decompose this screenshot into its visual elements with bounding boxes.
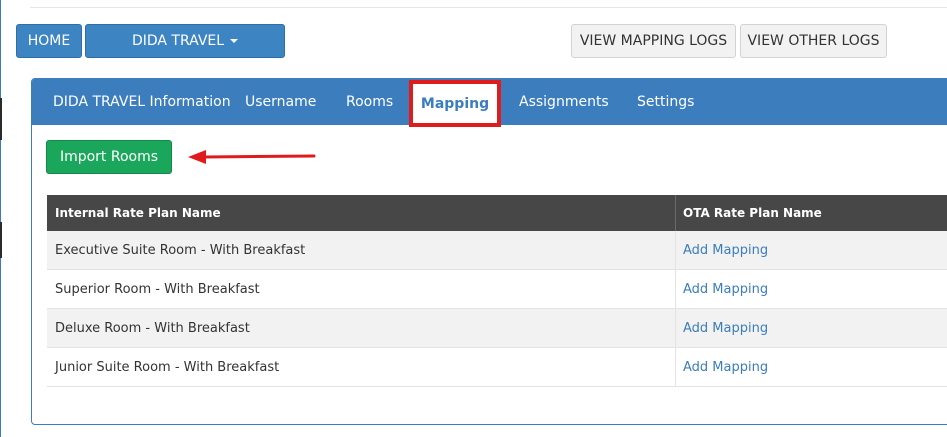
table-row: Deluxe Room - With Breakfast Add Mapping [47,309,947,348]
add-mapping-link[interactable]: Add Mapping [683,243,768,258]
dida-travel-label: DIDA TRAVEL [131,33,225,49]
table-header: Internal Rate Plan Name OTA Rate Plan Na… [47,195,947,231]
red-arrow-icon [188,150,316,164]
tab-mapping[interactable]: Mapping [409,80,501,127]
left-edge-marker [0,98,2,140]
add-mapping-link[interactable]: Add Mapping [683,360,768,375]
add-mapping-link[interactable]: Add Mapping [683,282,768,297]
top-divider [30,7,947,8]
column-header-internal: Internal Rate Plan Name [47,195,676,231]
rate-plan-name: Executive Suite Room - With Breakfast [55,242,306,258]
view-mapping-logs-label: VIEW MAPPING LOGS [579,33,728,49]
internal-rate-plan-cell: Junior Suite Room - With Breakfast [47,348,676,386]
tab-assignments[interactable]: Assignments [519,79,609,125]
tab-label: Mapping [420,95,490,112]
tab-settings[interactable]: Settings [637,79,694,125]
left-edge-marker [0,222,2,258]
internal-rate-plan-cell: Superior Room - With Breakfast [47,270,676,308]
view-mapping-logs-button[interactable]: VIEW MAPPING LOGS [571,24,736,58]
tab-label: DIDA TRAVEL Information [53,94,231,110]
mapping-table: Internal Rate Plan Name OTA Rate Plan Na… [47,195,947,387]
ota-rate-plan-cell: Add Mapping [676,309,947,347]
rate-plan-name: Deluxe Room - With Breakfast [55,320,250,336]
view-other-logs-label: VIEW OTHER LOGS [747,33,880,49]
column-header-label: Internal Rate Plan Name [55,206,221,220]
tab-label: Rooms [346,94,394,110]
ota-rate-plan-cell: Add Mapping [676,270,947,308]
import-rooms-label: Import Rooms [59,149,159,165]
left-edge-line [0,0,1,437]
tab-label: Settings [637,94,695,110]
rate-plan-name: Superior Room - With Breakfast [55,281,260,297]
tab-rooms[interactable]: Rooms [346,79,393,125]
tab-bar: DIDA TRAVEL Information Username Rooms M… [32,79,947,127]
tab-label: Username [245,94,317,110]
home-button-label: HOME [27,33,71,49]
caret-down-icon [230,39,239,43]
column-header-label: OTA Rate Plan Name [683,206,822,220]
tab-label: Assignments [519,94,609,110]
view-other-logs-button[interactable]: VIEW OTHER LOGS [740,24,887,58]
table-row: Executive Suite Room - With Breakfast Ad… [47,231,947,270]
table-row: Superior Room - With Breakfast Add Mappi… [47,270,947,309]
add-mapping-link[interactable]: Add Mapping [683,321,768,336]
import-rooms-button[interactable]: Import Rooms [46,140,172,174]
tab-dida-travel-information[interactable]: DIDA TRAVEL Information [53,79,231,125]
column-header-ota: OTA Rate Plan Name [676,195,947,231]
dida-travel-dropdown-button[interactable]: DIDA TRAVEL [85,24,285,58]
ota-rate-plan-cell: Add Mapping [676,231,947,269]
table-row: Junior Suite Room - With Breakfast Add M… [47,348,947,387]
tab-username[interactable]: Username [245,79,316,125]
internal-rate-plan-cell: Executive Suite Room - With Breakfast [47,231,676,269]
internal-rate-plan-cell: Deluxe Room - With Breakfast [47,309,676,347]
ota-rate-plan-cell: Add Mapping [676,348,947,386]
rate-plan-name: Junior Suite Room - With Breakfast [55,359,280,375]
home-button[interactable]: HOME [16,24,82,58]
